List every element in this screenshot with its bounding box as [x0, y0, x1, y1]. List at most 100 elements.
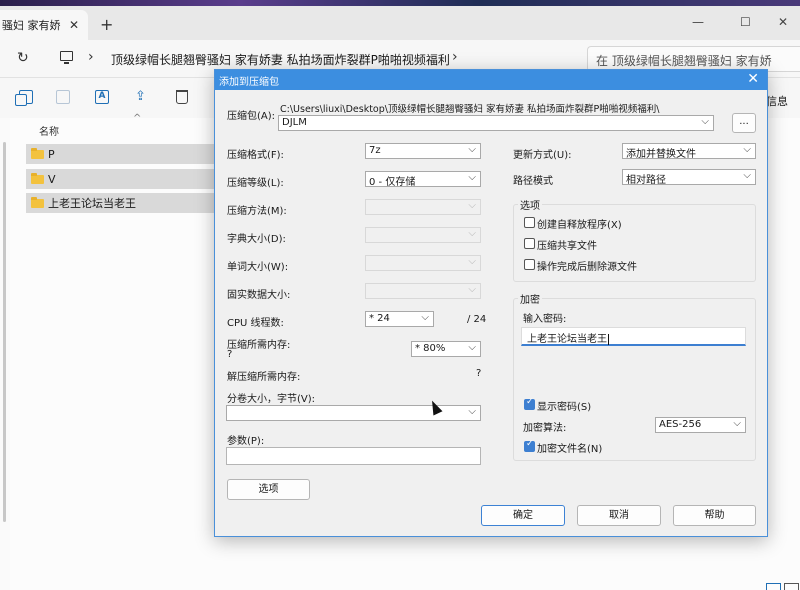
decompress-memory-value: ? — [476, 368, 482, 379]
memory-select[interactable]: * 80% ⌵ — [411, 341, 481, 357]
password-value: 上老王论坛当老王 — [527, 334, 607, 345]
cancel-button[interactable]: 取消 — [577, 505, 661, 526]
cpu-threads-total: / 24 — [467, 314, 487, 325]
share-icon[interactable]: ⇪ — [135, 90, 149, 104]
options-button[interactable]: 选项 — [227, 479, 310, 500]
path-mode-select[interactable]: 相对路径 ⌵ — [622, 169, 756, 185]
this-pc-icon[interactable] — [60, 51, 73, 64]
new-tab-icon[interactable]: + — [100, 15, 113, 34]
chevron-down-icon[interactable]: ⌵ — [743, 170, 751, 181]
show-password-checkbox[interactable] — [524, 397, 535, 410]
rename-icon[interactable]: A — [95, 90, 109, 104]
encrypt-names-label[interactable]: 加密文件名(N) — [537, 440, 602, 455]
chevron-down-icon[interactable]: ⌵ — [468, 406, 476, 417]
dictionary-label: 字典大小(D): — [227, 234, 286, 245]
dictionary-select[interactable]: ⌵ — [365, 227, 481, 243]
archive-name-input[interactable]: DJLM ⌵ — [278, 115, 714, 131]
cpu-threads-select[interactable]: * 24 ⌵ — [365, 311, 434, 327]
paste-icon[interactable] — [56, 90, 70, 104]
solid-size-label: 固实数据大小: — [227, 290, 291, 301]
file-name: 上老王论坛当老王 — [48, 197, 136, 210]
solid-size-select[interactable]: ⌵ — [365, 283, 481, 299]
level-value: 0 - 仅存储 — [369, 177, 416, 187]
options-group-title: 选项 — [518, 197, 542, 212]
file-row[interactable]: V — [26, 169, 216, 189]
update-mode-value: 添加并替换文件 — [626, 149, 696, 159]
word-size-label: 单词大小(W): — [227, 262, 289, 273]
browse-button[interactable]: ... — [732, 113, 756, 133]
update-mode-select[interactable]: 添加并替换文件 ⌵ — [622, 143, 756, 159]
password-input[interactable]: 上老王论坛当老王 — [521, 327, 746, 346]
format-select[interactable]: 7z ⌵ — [365, 143, 481, 159]
delete-icon[interactable] — [176, 90, 188, 104]
chevron-down-icon[interactable]: ⌵ — [421, 312, 429, 323]
shared-files-label[interactable]: 压缩共享文件 — [537, 237, 597, 252]
archive-directory: C:\Users\liuxi\Desktop\顶级绿帽长腿翘臀骚妇 家有娇妻 私… — [280, 104, 660, 115]
file-row[interactable]: 上老王论坛当老王 — [26, 193, 216, 213]
method-label: 压缩方法(M): — [227, 206, 287, 217]
memory-value: * 80% — [415, 343, 446, 354]
encryption-group-title: 加密 — [518, 291, 542, 306]
chevron-down-icon[interactable]: ⌵ — [468, 342, 476, 353]
nav-scrollbar[interactable] — [3, 142, 6, 522]
tab-bar: 骚妇 家有娇 ✕ + — ☐ ✕ — [0, 6, 800, 40]
word-size-select[interactable]: ⌵ — [365, 255, 481, 271]
dialog-close-icon[interactable]: ✕ — [747, 71, 759, 87]
sfx-label[interactable]: 创建自释放程序(X) — [537, 216, 622, 231]
chevron-down-icon[interactable]: ⌵ — [468, 172, 476, 183]
chevron-down-icon[interactable]: ⌵ — [701, 116, 709, 127]
delete-after-checkbox[interactable] — [524, 259, 535, 270]
split-size-input[interactable]: ⌵ — [226, 405, 481, 421]
minimize-icon[interactable]: — — [692, 15, 704, 29]
memory-unknown: ? — [227, 349, 233, 360]
column-header-name[interactable]: 名称 — [39, 123, 59, 138]
chevron-right-icon[interactable]: › — [88, 49, 94, 65]
memory-label: 压缩所需内存: — [227, 340, 291, 351]
dialog-title-bar: 添加到压缩包 ✕ — [215, 70, 767, 90]
maximize-icon[interactable]: ☐ — [740, 15, 751, 29]
method-select[interactable]: ⌵ — [365, 199, 481, 215]
chevron-down-icon[interactable]: ⌵ — [743, 144, 751, 155]
path-mode-value: 相对路径 — [626, 175, 666, 185]
file-row[interactable]: P — [26, 144, 216, 164]
close-window-icon[interactable]: ✕ — [778, 15, 788, 29]
ok-button[interactable]: 确定 — [481, 505, 565, 526]
chevron-down-icon: ⌵ — [468, 228, 476, 239]
show-password-label[interactable]: 显示密码(S) — [537, 398, 591, 413]
breadcrumb-path[interactable]: 顶级绿帽长腿翘臀骚妇 家有娇妻 私拍场面炸裂群P啪啪视频福利 — [111, 51, 450, 68]
file-name: V — [48, 172, 56, 186]
format-label: 压缩格式(F): — [227, 150, 284, 161]
archive-name-value: DJLM — [282, 117, 307, 128]
help-button[interactable]: 帮助 — [673, 505, 756, 526]
delete-after-label[interactable]: 操作完成后删除源文件 — [537, 258, 637, 273]
folder-icon — [31, 172, 44, 184]
details-view-icon[interactable] — [766, 583, 781, 590]
password-label: 输入密码: — [523, 314, 567, 325]
encryption-method-select[interactable]: AES-256 ⌵ — [655, 417, 746, 433]
cpu-threads-value: * 24 — [369, 313, 390, 324]
sort-up-icon: ^ — [133, 113, 142, 124]
cpu-threads-label: CPU 线程数: — [227, 318, 284, 329]
format-value: 7z — [369, 145, 381, 156]
folder-icon — [31, 196, 44, 208]
split-size-label: 分卷大小，字节(V): — [227, 394, 316, 405]
details-label[interactable]: 信息 — [766, 93, 788, 109]
encryption-method-value: AES-256 — [659, 419, 702, 430]
dialog-title: 添加到压缩包 — [219, 77, 279, 88]
tiles-view-icon[interactable] — [784, 583, 799, 590]
chevron-down-icon[interactable]: ⌵ — [468, 144, 476, 155]
parameters-input[interactable] — [226, 447, 481, 465]
shared-files-checkbox[interactable] — [524, 238, 535, 249]
chevron-down-icon[interactable]: ⌵ — [733, 418, 741, 429]
decompress-memory-label: 解压缩所需内存: — [227, 372, 301, 383]
file-name: P — [48, 147, 55, 161]
level-select[interactable]: 0 - 仅存储 ⌵ — [365, 171, 481, 187]
tab-close-icon[interactable]: ✕ — [69, 18, 79, 32]
refresh-icon[interactable]: ↻ — [17, 50, 29, 66]
copy-icon[interactable] — [15, 90, 33, 106]
chevron-right-icon[interactable]: › — [452, 49, 458, 65]
tab-folder[interactable]: 骚妇 家有娇 ✕ — [0, 10, 88, 40]
chevron-down-icon: ⌵ — [468, 284, 476, 295]
sfx-checkbox[interactable] — [524, 217, 535, 228]
encrypt-names-checkbox[interactable] — [524, 439, 535, 452]
